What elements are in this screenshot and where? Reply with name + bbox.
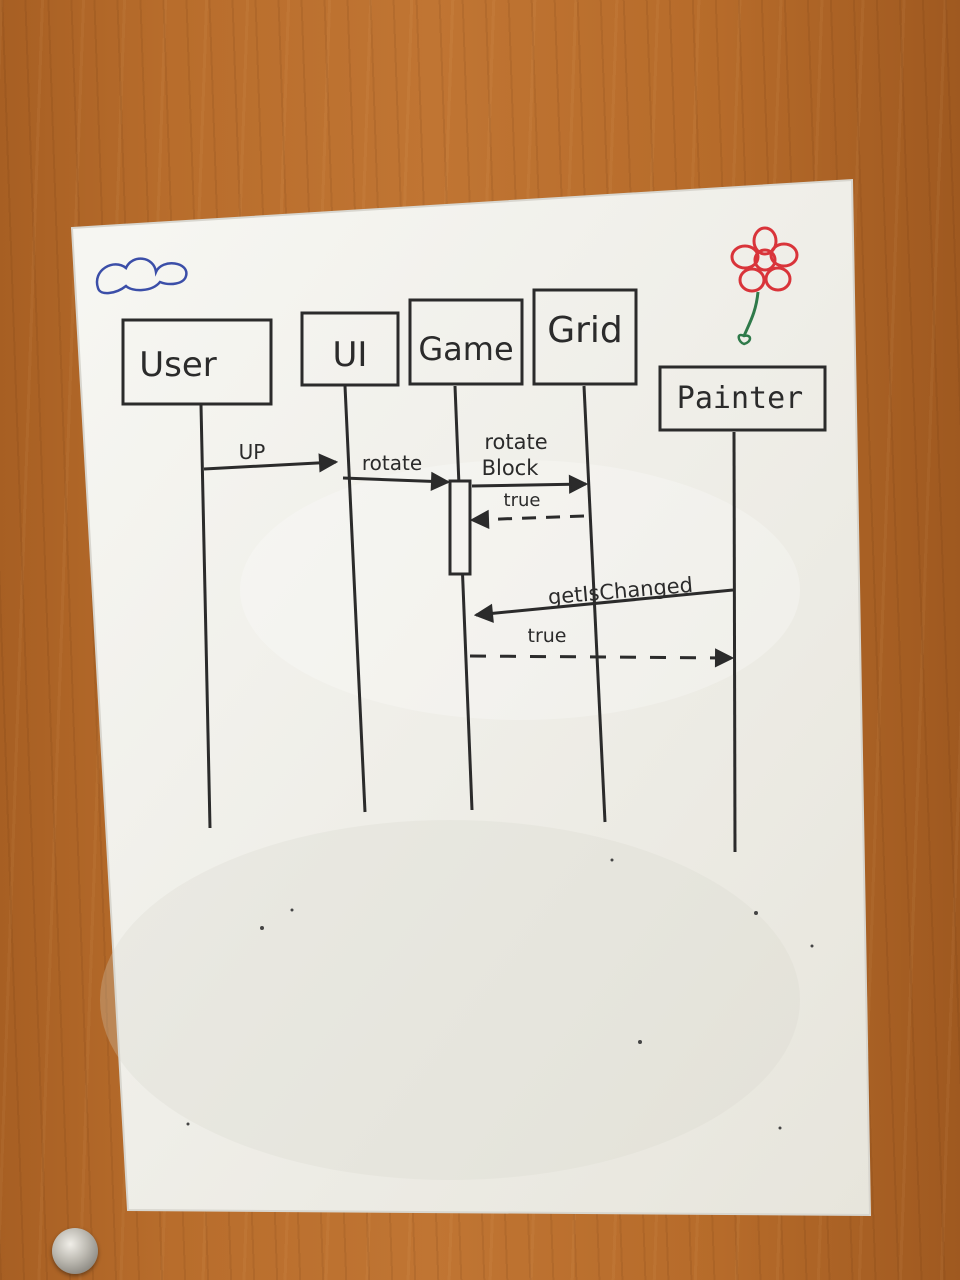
lifeline-painter [732,431,737,853]
participant-label: Painter [677,381,803,416]
activation-bar-game [448,479,472,576]
message-label: rotate [362,451,422,475]
participant-label: UI [333,335,368,375]
message-label: UP [239,440,266,464]
message-arrow [469,656,732,658]
whiteboard-sheet: User UI Game Grid Painter UP rotate rota… [70,178,872,1217]
participant-label: Game [418,330,513,368]
message-label-line1: rotate [484,430,547,454]
message-label: true [504,490,541,511]
message-arrow [471,484,586,486]
smudge-shadow [100,820,800,1180]
message-label-line2: Block [482,456,540,480]
participant-label: User [139,345,217,385]
participant-label: Grid [547,310,623,351]
message-label: true [528,625,567,647]
